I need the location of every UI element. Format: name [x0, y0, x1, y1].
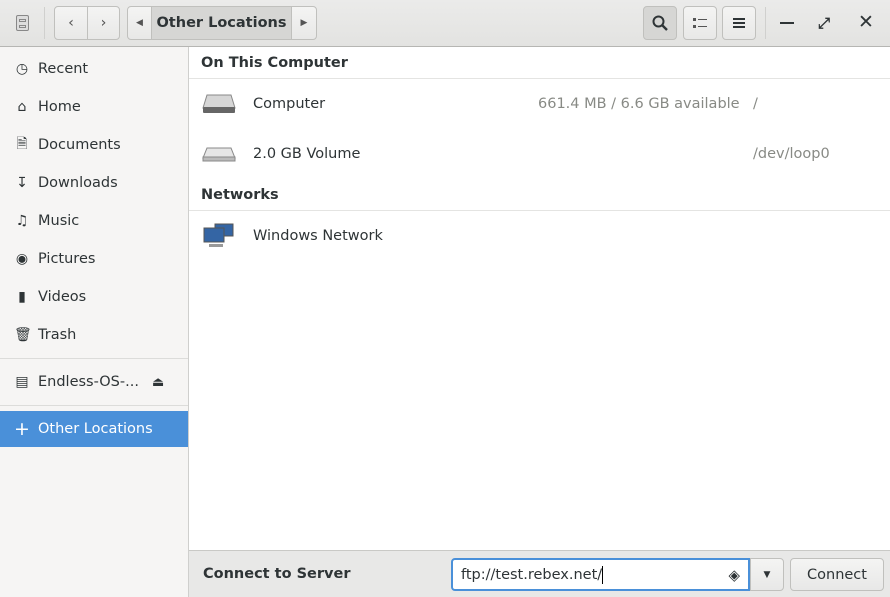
sidebar-item-videos[interactable]: ▮ Videos [0, 279, 188, 315]
list-item-volume[interactable]: 2.0 GB Volume /dev/loop0 [189, 134, 890, 174]
back-button[interactable]: ‹ [54, 6, 88, 40]
path-right-button[interactable]: ▶ [291, 6, 317, 40]
connect-to-server-label: Connect to Server [203, 566, 351, 582]
minimize-button[interactable] [780, 22, 794, 24]
view-toggle-button[interactable] [683, 6, 717, 40]
forward-button[interactable]: › [87, 6, 120, 40]
sidebar-item-recent[interactable]: ◷ Recent [0, 51, 188, 87]
sidebar-item-other-locations[interactable]: + Other Locations [0, 411, 188, 447]
maximize-button[interactable]: ⤢ [818, 14, 830, 32]
sidebar-item-trash[interactable]: 🗑 Trash [0, 317, 188, 353]
volume-icon [202, 147, 236, 162]
section-on-this-computer: On This Computer [201, 55, 348, 71]
path-other-locations[interactable]: Other Locations [151, 6, 292, 40]
document-icon: 🗎 [16, 136, 28, 152]
section-networks: Networks [201, 187, 279, 203]
server-history-dropdown[interactable]: ▼ [750, 558, 784, 591]
help-icon[interactable]: ◈ [728, 566, 740, 584]
sidebar-item-device[interactable]: ▤ Endless-OS-... ⏏ [0, 364, 188, 400]
sidebar-item-pictures[interactable]: ◉ Pictures [0, 241, 188, 277]
path-left-button[interactable]: ◀ [127, 6, 152, 40]
home-icon: ⌂ [17, 99, 27, 115]
drive-icon: ▤ [15, 374, 29, 390]
server-address-input[interactable]: ftp://test.rebex.net/ ◈ [451, 558, 750, 591]
sidebar-item-documents[interactable]: 🗎 Documents [0, 127, 188, 163]
network-icon [203, 223, 234, 247]
camera-icon: ◉ [15, 251, 29, 267]
sidebar-item-home[interactable]: ⌂ Home [0, 89, 188, 125]
list-item-computer[interactable]: Computer 661.4 MB / 6.6 GB available / [189, 84, 890, 124]
clock-icon: ◷ [15, 61, 29, 77]
connect-to-server-bar: Connect to Server ftp://test.rebex.net/ … [189, 550, 890, 597]
plus-icon: + [14, 418, 30, 440]
menu-button[interactable] [722, 6, 756, 40]
trash-icon: 🗑 [14, 327, 32, 343]
sidebar-item-downloads[interactable]: ↧ Downloads [0, 165, 188, 201]
sidebar: ◷ Recent ⌂ Home 🗎 Documents ↧ Downloads ♫ Mus… [0, 47, 189, 597]
search-icon [652, 15, 668, 31]
places-view: On This Computer Computer 661.4 MB / 6.6… [189, 47, 890, 550]
search-button[interactable] [643, 6, 677, 40]
header-bar: ‹ › ◀ Other Locations ▶ ⤢ ✕ [0, 0, 890, 47]
music-icon: ♫ [15, 213, 29, 229]
eject-icon[interactable]: ⏏ [152, 375, 164, 390]
connect-button[interactable]: Connect [790, 558, 884, 591]
file-cabinet-icon [16, 15, 29, 31]
sidebar-item-music[interactable]: ♫ Music [0, 203, 188, 239]
view-list-icon [693, 18, 707, 28]
menu-icon [733, 18, 745, 28]
harddisk-icon [202, 94, 236, 113]
close-button[interactable]: ✕ [858, 11, 874, 33]
video-icon: ▮ [18, 289, 26, 305]
download-icon: ↧ [16, 175, 28, 191]
list-item-windows-network[interactable]: Windows Network [189, 216, 890, 256]
